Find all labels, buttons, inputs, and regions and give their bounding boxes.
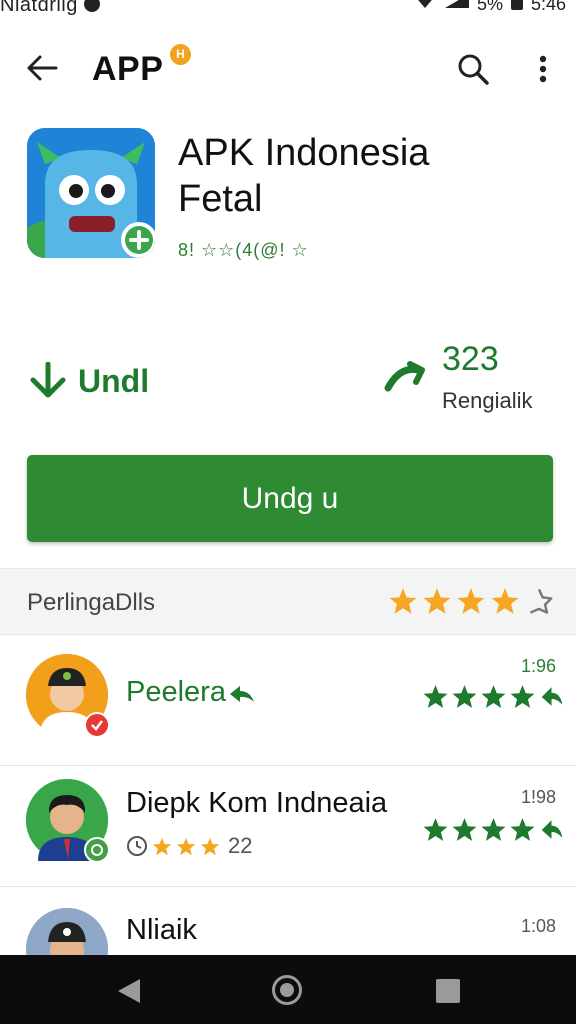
review-date: 1:96 (520, 656, 556, 676)
app-name-line2: Fetal (178, 178, 263, 220)
trending-arrow-icon (384, 361, 425, 392)
download-arrow-icon (30, 362, 66, 398)
download-stat-label: Undl (78, 362, 150, 399)
star-icon (200, 837, 220, 855)
star-icon (457, 588, 485, 614)
search-button[interactable] (454, 50, 492, 88)
battery-percent: 5% (476, 0, 503, 14)
status-carrier-text: Nlatdrllg (0, 0, 78, 16)
review-row[interactable]: Peelera 1:96 (0, 636, 576, 766)
refresh-icon (91, 844, 103, 856)
nav-recents-icon[interactable] (436, 979, 460, 1003)
star-icon (423, 588, 451, 614)
back-button[interactable] (22, 50, 62, 86)
star-icon (176, 837, 196, 855)
thumb-icon (541, 820, 563, 839)
reviews-header[interactable]: PerlingaDlls (0, 568, 576, 635)
status-time: 5:46 (530, 0, 566, 14)
install-button[interactable]: Undg u (27, 455, 553, 542)
reply-arrow-icon (230, 686, 254, 702)
search-icon (458, 54, 489, 85)
avatar (26, 908, 108, 955)
review-row[interactable]: Diepk Kom Indneaia 22 1!98 (0, 757, 576, 887)
more-options-button[interactable] (528, 50, 558, 88)
star-icon (510, 818, 535, 841)
status-right: 5% 5:46 (413, 0, 566, 15)
star-icon (389, 588, 417, 614)
star-icon (481, 818, 506, 841)
review-date: 1!98 (520, 787, 556, 807)
reviews-header-stars (388, 587, 520, 615)
star-icon (510, 685, 535, 708)
battery-icon (510, 0, 523, 10)
download-stat: Undl (28, 362, 149, 400)
app-name-line1: APK Indonesia (178, 132, 430, 174)
star-icon (491, 588, 519, 614)
flag-icon[interactable] (524, 587, 554, 615)
status-bar: Nlatdrllg 5% 5:46 (0, 0, 576, 20)
sub-rating-value: 22 (228, 833, 253, 858)
star-icon (423, 818, 448, 841)
review-stars (422, 817, 565, 842)
app-name: APK Indonesia Fetal (178, 130, 538, 222)
star-icon (423, 685, 448, 708)
clock-icon (127, 836, 147, 856)
reviewer-name: Nliaik (126, 914, 197, 946)
monster-app-icon (27, 128, 155, 258)
avatar-badge (84, 712, 110, 738)
arrow-left-icon (27, 55, 58, 81)
thumb-icon (541, 687, 563, 706)
star-icon (152, 837, 172, 855)
navigation-bar (0, 955, 576, 1024)
nav-home-icon[interactable] (272, 975, 302, 1005)
star-icon (452, 685, 477, 708)
sub-rating: 22 (126, 833, 252, 859)
wifi-icon (418, 0, 432, 8)
review-date: 1:08 (520, 916, 556, 936)
status-left: Nlatdrllg (0, 0, 100, 17)
avatar-person-icon (26, 908, 108, 955)
more-vert-icon (539, 55, 547, 83)
rating-count-value: 323 (442, 340, 499, 378)
reviews-title: PerlingaDlls (27, 589, 156, 616)
app-icon (27, 128, 155, 258)
review-stars (422, 684, 565, 709)
review-row[interactable]: Nliaik 1:08 (0, 888, 576, 955)
signal-icon (444, 0, 469, 8)
avatar-badge (84, 837, 110, 863)
settings-status-icon (83, 0, 100, 12)
nav-back-icon[interactable] (116, 977, 142, 1005)
star-icon (452, 818, 477, 841)
app-bar: APP H (0, 36, 576, 100)
avatar (26, 654, 110, 738)
reviewer-name: Diepk Kom Indneaia (126, 787, 388, 819)
page-title: APP (92, 50, 164, 88)
app-rating-text: 8! ☆☆(4(@! ☆ (178, 240, 309, 260)
star-icon (481, 685, 506, 708)
check-icon (91, 720, 103, 731)
reviewer-name: Peelera (126, 676, 226, 708)
title-badge: H (170, 44, 191, 65)
avatar (26, 779, 110, 863)
rating-count-label: Rengialik (442, 388, 533, 413)
